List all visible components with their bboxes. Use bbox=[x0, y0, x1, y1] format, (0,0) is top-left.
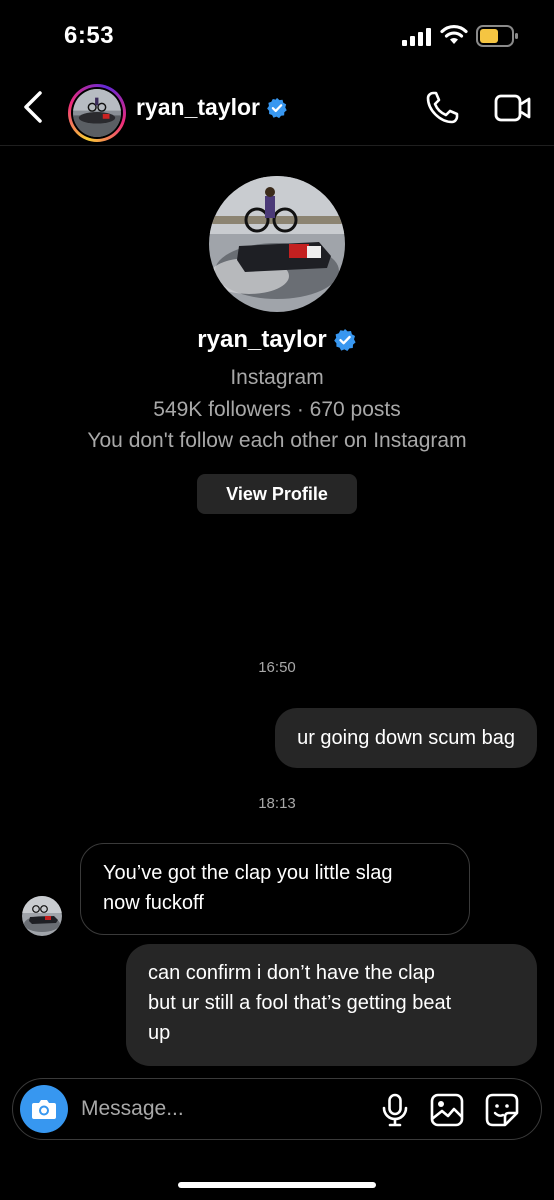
profile-relationship: You don't follow each other on Instagram bbox=[87, 429, 467, 452]
status-time: 6:53 bbox=[64, 22, 115, 49]
message-timestamp: 18:13 bbox=[258, 795, 296, 812]
header-username: ryan_taylor bbox=[136, 94, 261, 120]
message-line: now fuckoff bbox=[103, 892, 204, 914]
back-arrow-icon[interactable] bbox=[18, 88, 48, 126]
message-timestamp: 16:50 bbox=[258, 659, 296, 676]
battery-icon bbox=[476, 25, 518, 47]
video-call-icon[interactable] bbox=[494, 92, 532, 124]
message-input[interactable] bbox=[81, 1091, 371, 1127]
message-line: You’ve got the clap you little slag bbox=[103, 862, 393, 884]
home-indicator[interactable] bbox=[178, 1182, 376, 1188]
gallery-icon[interactable] bbox=[430, 1093, 464, 1127]
message-composer bbox=[12, 1078, 542, 1140]
message-line: but ur still a fool that’s getting beat bbox=[148, 992, 452, 1014]
incoming-message[interactable]: You’ve got the clap you little slag now … bbox=[80, 843, 470, 935]
phone-call-icon[interactable] bbox=[424, 90, 460, 126]
camera-icon bbox=[32, 1100, 56, 1119]
avatar-image bbox=[73, 89, 121, 137]
view-profile-button[interactable]: View Profile bbox=[197, 474, 357, 514]
sender-avatar[interactable] bbox=[22, 896, 62, 936]
camera-button[interactable] bbox=[20, 1085, 68, 1133]
profile-stats: 549K followers · 670 posts bbox=[153, 398, 401, 421]
profile-subtitle: Instagram bbox=[230, 366, 324, 389]
chat-header: ryan_taylor bbox=[0, 70, 554, 146]
status-bar: 6:53 bbox=[0, 0, 554, 70]
wifi-icon bbox=[440, 24, 468, 44]
cellular-signal-icon bbox=[402, 28, 431, 46]
verified-badge-icon bbox=[333, 329, 356, 351]
message-line: can confirm i don’t have the clap bbox=[148, 962, 435, 984]
message-line: up bbox=[148, 1022, 171, 1044]
profile-username-row: ryan_taylor bbox=[0, 326, 554, 354]
verified-badge-icon bbox=[267, 97, 287, 118]
outgoing-message[interactable]: ur going down scum bag bbox=[275, 708, 537, 768]
microphone-icon[interactable] bbox=[381, 1093, 409, 1127]
outgoing-message[interactable]: can confirm i don’t have the clap but ur… bbox=[126, 944, 537, 1066]
header-avatar[interactable] bbox=[68, 84, 126, 142]
sticker-icon[interactable] bbox=[485, 1093, 519, 1127]
header-username-link[interactable]: ryan_taylor bbox=[136, 94, 288, 121]
profile-avatar[interactable] bbox=[209, 176, 345, 312]
profile-username: ryan_taylor bbox=[197, 326, 327, 353]
